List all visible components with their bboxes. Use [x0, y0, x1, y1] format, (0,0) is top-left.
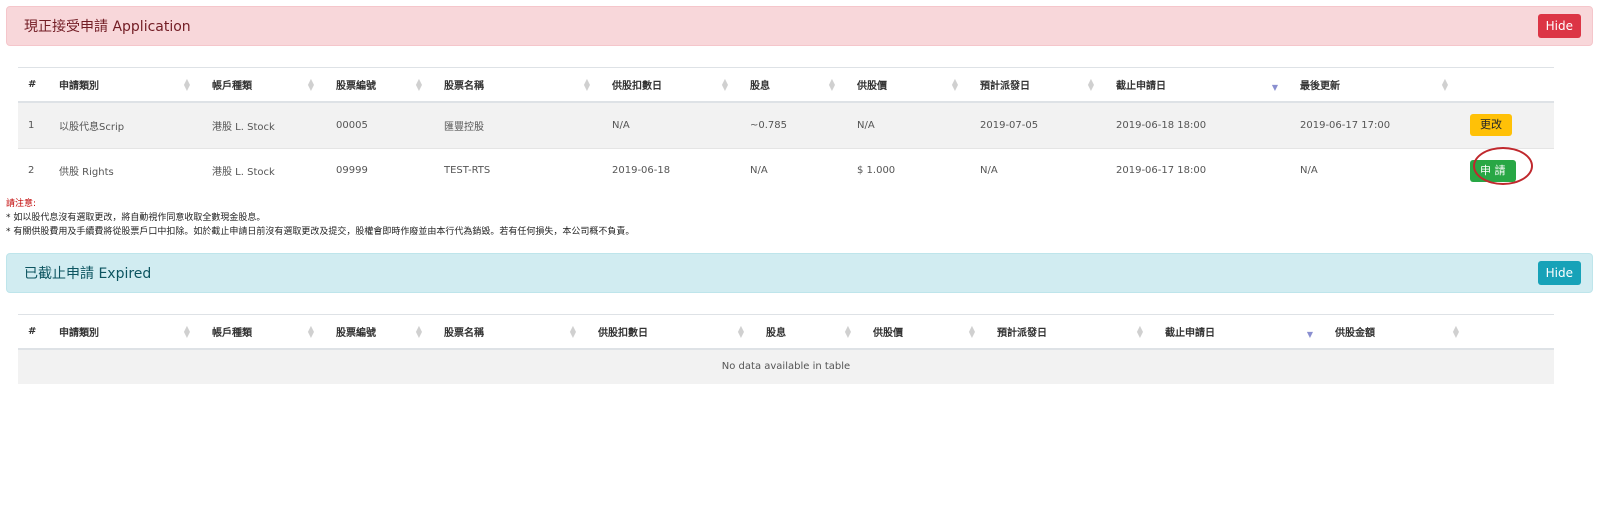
expired-applications-table: # 申請類別 ▲ ▼ 帳戶種類 ▲ ▼ 股票編號 ▲ ▼ 股票名稱 ▲ ▼ 供股扣數日 ▲ ▼ 股息… [18, 314, 1554, 384]
cell-price: $ 1.000 [847, 148, 970, 193]
notes-title: 請注意: [6, 199, 37, 209]
sort-desc-icon: ▼ [1306, 330, 1313, 339]
notes-line: * 有關供股費用及手續費將從股票戶口中扣除。如於截止申請日前沒有選取更改及提交，… [6, 227, 635, 237]
column-header-no[interactable]: # [18, 314, 49, 350]
column-header-deadline[interactable]: 截止申請日 ▼ [1155, 314, 1325, 350]
sort-icon: ▲ ▼ [583, 77, 590, 92]
cell-updated: N/A [1290, 148, 1460, 193]
column-header-action [1471, 314, 1554, 350]
column-header-code[interactable]: 股票編號 ▲ ▼ [326, 67, 434, 103]
sort-icon: ▲ ▼ [183, 324, 190, 339]
cell-deadline: 2019-06-18 18:00 [1106, 101, 1290, 149]
sort-icon: ▲ ▼ [1136, 324, 1143, 339]
cell-dividend: N/A [740, 148, 847, 193]
table-row: 1 以股代息Scrip 港股 L. Stock 00005 匯豐控股 N/A ~… [18, 101, 1554, 149]
empty-message: No data available in table [18, 348, 1554, 384]
column-header-dividend[interactable]: 股息 ▲ ▼ [740, 67, 847, 103]
sort-desc-icon: ▼ [1271, 83, 1278, 92]
sort-icon: ▲ ▼ [183, 77, 190, 92]
cell-code: 09999 [326, 148, 434, 193]
column-header-price[interactable]: 供股價 ▲ ▼ [863, 314, 987, 350]
cell-code: 00005 [326, 101, 434, 149]
cell-action: 更改 [1460, 101, 1554, 149]
cell-account: 港股 L. Stock [202, 148, 326, 193]
column-header-deduct-date[interactable]: 供股扣數日 ▲ ▼ [588, 314, 756, 350]
column-header-account[interactable]: 帳戶種類 ▲ ▼ [202, 67, 326, 103]
cell-no: 2 [18, 148, 49, 193]
column-header-dividend[interactable]: 股息 ▲ ▼ [756, 314, 863, 350]
sort-icon: ▲ ▼ [1441, 77, 1448, 92]
column-header-no[interactable]: # [18, 67, 49, 103]
column-header-type[interactable]: 申請類別 ▲ ▼ [49, 314, 202, 350]
column-header-amount[interactable]: 供股金額 ▲ ▼ [1325, 314, 1471, 350]
cell-dist-date: N/A [970, 148, 1106, 193]
cell-account: 港股 L. Stock [202, 101, 326, 149]
sort-icon: ▲ ▼ [569, 324, 576, 339]
sort-icon: ▲ ▼ [737, 324, 744, 339]
table-row: 2 供股 Rights 港股 L. Stock 09999 TEST-RTS 2… [18, 148, 1554, 193]
notes-section: 請注意: * 如以股代息沒有選取更改，將自動視作同意收取全數現金股息。 * 有關… [6, 197, 634, 239]
column-header-type[interactable]: 申請類別 ▲ ▼ [49, 67, 202, 103]
sort-icon: ▲ ▼ [721, 77, 728, 92]
table-header-row: # 申請類別 ▲ ▼ 帳戶種類 ▲ ▼ 股票編號 ▲ ▼ 股票名稱 ▲ ▼ 供股扣數日 ▲ ▼ 股息… [18, 314, 1554, 350]
sort-icon: ▲ ▼ [415, 77, 422, 92]
column-header-name[interactable]: 股票名稱 ▲ ▼ [434, 67, 602, 103]
cell-type: 供股 Rights [49, 148, 202, 193]
highlight-circle-annotation [1473, 147, 1533, 185]
column-header-updated[interactable]: 最後更新 ▲ ▼ [1290, 67, 1460, 103]
column-header-deduct-date[interactable]: 供股扣數日 ▲ ▼ [602, 67, 740, 103]
column-header-dist-date[interactable]: 預計派發日 ▲ ▼ [970, 67, 1106, 103]
open-applications-panel: 現正接受申請 Application Hide [6, 6, 1593, 46]
column-header-name[interactable]: 股票名稱 ▲ ▼ [434, 314, 588, 350]
expired-applications-panel: 已截止申請 Expired Hide [6, 253, 1593, 293]
column-header-account[interactable]: 帳戶種類 ▲ ▼ [202, 314, 326, 350]
table-header-row: # 申請類別 ▲ ▼ 帳戶種類 ▲ ▼ 股票編號 ▲ ▼ 股票名稱 ▲ ▼ 供股扣數日 ▲ ▼ 股息… [18, 67, 1554, 103]
notes-line: * 如以股代息沒有選取更改，將自動視作同意收取全數現金股息。 [6, 213, 266, 223]
open-applications-title: 現正接受申請 Application [24, 19, 191, 35]
cell-updated: 2019-06-17 17:00 [1290, 101, 1460, 149]
sort-icon: ▲ ▼ [828, 77, 835, 92]
cell-name: TEST-RTS [434, 148, 602, 193]
hide-open-button[interactable]: Hide [1537, 14, 1581, 38]
cell-dividend: ~0.785 [740, 101, 847, 149]
hide-expired-button[interactable]: Hide [1537, 261, 1581, 285]
cell-type: 以股代息Scrip [49, 101, 202, 149]
column-header-action [1460, 67, 1554, 103]
cell-deduct-date: 2019-06-18 [602, 148, 740, 193]
cell-deduct-date: N/A [602, 101, 740, 149]
sort-icon: ▲ ▼ [1452, 324, 1459, 339]
cell-price: N/A [847, 101, 970, 149]
cell-name: 匯豐控股 [434, 101, 602, 149]
column-header-dist-date[interactable]: 預計派發日 ▲ ▼ [987, 314, 1155, 350]
column-header-code[interactable]: 股票編號 ▲ ▼ [326, 314, 434, 350]
sort-icon: ▲ ▼ [415, 324, 422, 339]
sort-icon: ▲ ▼ [844, 324, 851, 339]
empty-row: No data available in table [18, 348, 1554, 384]
sort-icon: ▲ ▼ [307, 77, 314, 92]
cell-no: 1 [18, 101, 49, 149]
open-applications-table: # 申請類別 ▲ ▼ 帳戶種類 ▲ ▼ 股票編號 ▲ ▼ 股票名稱 ▲ ▼ 供股扣數日 ▲ ▼ 股息… [18, 67, 1554, 193]
sort-icon: ▲ ▼ [951, 77, 958, 92]
column-header-price[interactable]: 供股價 ▲ ▼ [847, 67, 970, 103]
cell-deadline: 2019-06-17 18:00 [1106, 148, 1290, 193]
sort-icon: ▲ ▼ [1087, 77, 1094, 92]
sort-icon: ▲ ▼ [307, 324, 314, 339]
cell-dist-date: 2019-07-05 [970, 101, 1106, 149]
sort-icon: ▲ ▼ [968, 324, 975, 339]
expired-applications-title: 已截止申請 Expired [24, 266, 152, 282]
column-header-deadline[interactable]: 截止申請日 ▼ [1106, 67, 1290, 103]
edit-button[interactable]: 更改 [1470, 114, 1512, 136]
